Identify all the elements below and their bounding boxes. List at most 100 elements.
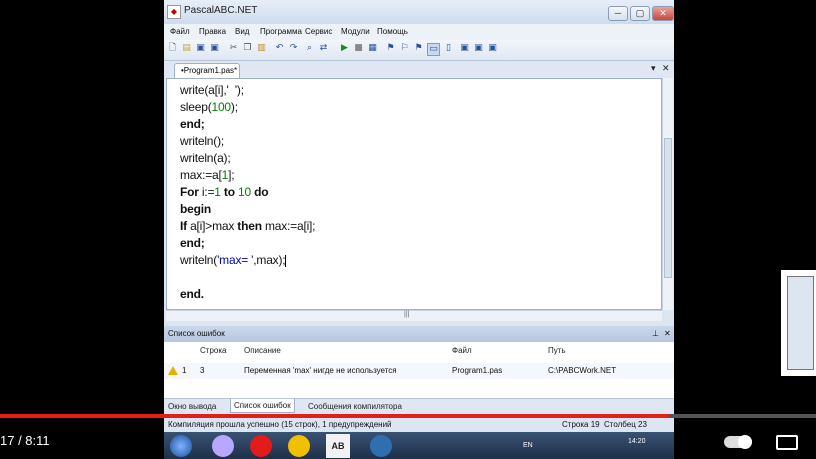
tab-compiler-messages[interactable]: Сообщения компилятора [308, 402, 402, 411]
stop-icon[interactable]: ■ [353, 43, 364, 54]
status-row: Строка 19 [562, 420, 600, 429]
help-icon[interactable]: ▣ [487, 43, 498, 54]
debug-over-icon[interactable]: ⚑ [413, 43, 424, 54]
save-all-icon[interactable]: ▣ [209, 43, 220, 54]
paste-icon[interactable]: ▥ [256, 43, 267, 54]
menu-edit[interactable]: Правка [199, 27, 226, 36]
error-line: 3 [200, 366, 205, 375]
code-line: end; [180, 236, 205, 250]
tab-program1[interactable]: •Program1.pas* [174, 63, 240, 78]
network-app-icon[interactable] [370, 435, 392, 457]
autoplay-toggle[interactable] [724, 435, 752, 449]
code-line: begin [180, 202, 211, 216]
error-file: Program1.pas [452, 366, 503, 375]
taskbar-clock[interactable]: 14:20 [628, 438, 646, 445]
yandex-icon[interactable] [288, 435, 310, 457]
editor-horizontal-scrollbar[interactable]: ||| [166, 310, 662, 321]
editor-tabstrip: •Program1.pas* ▾ ✕ [164, 61, 674, 78]
code-line: sleep(100); [180, 100, 238, 114]
text-caret [285, 254, 287, 267]
warning-icon [168, 366, 178, 375]
tab-output-window[interactable]: Окно вывода [168, 402, 216, 411]
pascal-window: ◆ PascalABC.NET ─ ▢ ✕ Файл Правка Вид Пр… [164, 0, 674, 418]
save-icon[interactable]: ▣ [195, 43, 206, 54]
subtitles-icon[interactable] [776, 435, 798, 450]
alice-icon[interactable] [212, 435, 234, 457]
scroll-thumb[interactable] [664, 138, 672, 278]
error-columns: Строка Описание Файл Путь [164, 346, 674, 360]
menu-service[interactable]: Сервис [305, 27, 332, 36]
scroll-grip-icon[interactable]: ||| [404, 311, 409, 318]
toolbar: 🗋 ▤ ▣ ▣ ✂ ❐ ▥ ↶ ↷ ⌕ ⇄ ▶ ■ ▦ ⚑ ⚐ ⚑ ▭ ▯ ▣ … [164, 40, 674, 61]
maximize-button[interactable]: ▢ [630, 6, 650, 21]
error-panel-title: Список ошибок [168, 329, 225, 338]
pin-icon[interactable]: ⊥ [652, 326, 659, 342]
windows-taskbar: AB EN 14:20 [164, 432, 674, 459]
code-line: writeln(a); [180, 151, 231, 165]
menu-modules[interactable]: Модули [341, 27, 370, 36]
minimize-button[interactable]: ─ [608, 6, 628, 21]
code-line: end; [180, 117, 205, 131]
col-path[interactable]: Путь [548, 346, 566, 355]
panel-close-icon[interactable]: ✕ [664, 326, 671, 342]
error-row[interactable]: 1 3 Переменная 'max' нигде не использует… [164, 363, 674, 379]
status-message: Компиляция прошла успешно (15 строк), 1 … [168, 420, 392, 429]
error-description: Переменная 'max' нигде не используется [244, 366, 397, 375]
find-icon[interactable]: ⌕ [304, 43, 315, 54]
tab-close-icon[interactable]: ✕ [662, 64, 670, 74]
bottom-tabs: Окно вывода Список ошибок Сообщения комп… [164, 398, 674, 415]
status-col: Столбец 23 [604, 420, 647, 429]
code-line: For i:=1 to 10 do [180, 185, 269, 199]
compile-icon[interactable]: ▦ [367, 43, 378, 54]
col-line[interactable]: Строка [200, 346, 226, 355]
pascal-taskbar-icon[interactable]: AB [326, 434, 350, 458]
autoplay-knob [738, 435, 752, 449]
error-path: C:\PABCWork.NET [548, 366, 617, 375]
error-num: 1 [182, 366, 187, 375]
title-bar: ◆ PascalABC.NET ─ ▢ ✕ [164, 0, 674, 24]
tools-icon[interactable]: ▣ [473, 43, 484, 54]
open-folder-icon[interactable]: ▤ [181, 43, 192, 54]
status-bar: Компиляция прошла успешно (15 строк), 1 … [164, 418, 674, 432]
redo-icon[interactable]: ↷ [288, 43, 299, 54]
tab-dropdown-icon[interactable]: ▾ [651, 64, 656, 74]
start-button-icon[interactable] [170, 435, 192, 457]
replace-icon[interactable]: ⇄ [318, 43, 329, 54]
code-line: max:=a[1]; [180, 168, 235, 182]
module-icon[interactable]: ▣ [459, 43, 470, 54]
video-time: 17 / 8:11 [0, 433, 50, 448]
form-designer-icon[interactable]: ▯ [443, 43, 454, 54]
output-window-icon[interactable]: ▭ [427, 43, 440, 56]
debug-step-icon[interactable]: ⚑ [385, 43, 396, 54]
error-list-panel: Список ошибок ⊥ ✕ Строка Описание Файл П… [164, 326, 674, 398]
thumbnail-image [787, 276, 814, 370]
error-panel-header: Список ошибок ⊥ ✕ [164, 326, 674, 342]
tab-error-list[interactable]: Список ошибок [230, 399, 295, 413]
debug-into-icon[interactable]: ⚐ [399, 43, 410, 54]
undo-icon[interactable]: ↶ [274, 43, 285, 54]
language-indicator[interactable]: EN [523, 442, 533, 449]
new-file-icon[interactable]: 🗋 [167, 43, 178, 54]
run-icon[interactable]: ▶ [339, 43, 350, 54]
code-editor[interactable]: write(a[i],' '); sleep(100); end; writel… [166, 78, 662, 310]
col-description[interactable]: Описание [244, 346, 281, 355]
menu-help[interactable]: Помощь [377, 27, 408, 36]
code-line: end. [180, 287, 204, 301]
menu-program[interactable]: Программа [260, 27, 302, 36]
col-file[interactable]: Файл [452, 346, 472, 355]
menu-file[interactable]: Файл [170, 27, 190, 36]
editor-vertical-scrollbar[interactable] [662, 78, 673, 310]
code-line: If a[i]>max then max:=a[i]; [180, 219, 316, 233]
opera-icon[interactable] [250, 435, 272, 457]
close-button[interactable]: ✕ [652, 6, 674, 21]
copy-icon[interactable]: ❐ [242, 43, 253, 54]
code-line: writeln(); [180, 134, 225, 148]
side-thumbnail-preview[interactable] [781, 270, 816, 376]
code-line: writeln('max= ',max); [180, 253, 287, 267]
window-title: PascalABC.NET [184, 5, 258, 16]
menu-view[interactable]: Вид [235, 27, 249, 36]
menu-bar: Файл Правка Вид Программа Сервис Модули … [164, 24, 674, 40]
cut-icon[interactable]: ✂ [228, 43, 239, 54]
code-line: write(a[i],' '); [180, 83, 244, 97]
app-logo-icon: ◆ [167, 5, 181, 19]
